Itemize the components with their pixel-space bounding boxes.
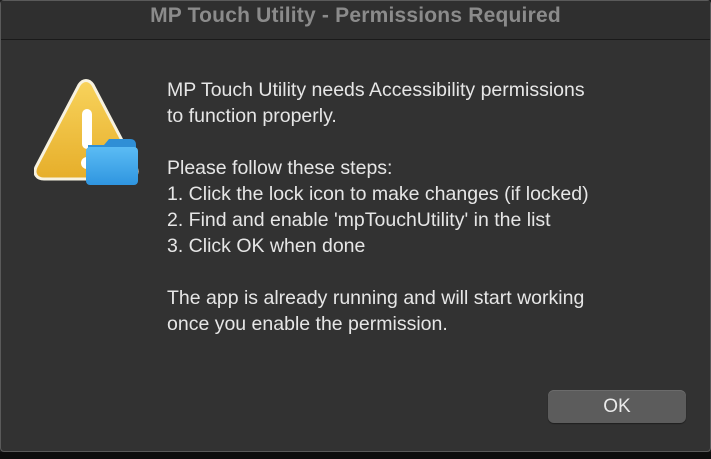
exclamation-bar: [82, 109, 92, 149]
ok-button[interactable]: OK: [548, 390, 686, 423]
step-item: 1. Click the lock icon to make changes (…: [167, 183, 589, 205]
footer-line: once you enable the permission.: [167, 313, 448, 335]
window-title: MP Touch Utility - Permissions Required: [150, 4, 561, 27]
message-line: MP Touch Utility needs Accessibility per…: [167, 79, 585, 101]
warning-folder-icon: [34, 79, 139, 185]
folder-badge-icon: [86, 139, 138, 185]
alert-message: MP Touch Utility needs Accessibility per…: [167, 77, 687, 337]
background-strip: [0, 452, 711, 459]
title-bar[interactable]: MP Touch Utility - Permissions Required: [1, 1, 710, 40]
alert-dialog: MP Touch Utility - Permissions Required …: [0, 0, 711, 452]
step-item: 3. Click OK when done: [167, 235, 366, 257]
step-item: 2. Find and enable 'mpTouchUtility' in t…: [167, 209, 551, 231]
footer-line: The app is already running and will star…: [167, 287, 585, 309]
steps-header: Please follow these steps:: [167, 157, 393, 179]
message-line: to function properly.: [167, 105, 337, 127]
